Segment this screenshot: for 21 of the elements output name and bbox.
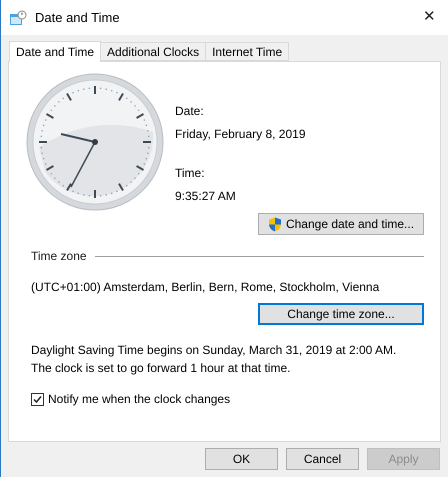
window-title: Date and Time xyxy=(35,8,120,27)
time-zone-heading: Time zone xyxy=(31,248,87,265)
change-date-and-time-button[interactable]: Change date and time... xyxy=(258,213,424,235)
tab[interactable]: Date and Time xyxy=(9,41,102,62)
close-button[interactable]: ✕ xyxy=(423,6,436,29)
time-label: Time: xyxy=(175,165,206,182)
tab[interactable]: Additional Clocks xyxy=(101,42,206,61)
daylight-saving-note: Daylight Saving Time begins on Sunday, March 31, 2019 at 2:00 AM. The clock is set to go forward 1 hour at that time. xyxy=(31,342,398,377)
calendar-clock-icon xyxy=(9,10,27,26)
dialog-button[interactable]: OK xyxy=(205,448,278,470)
notify-checkbox[interactable] xyxy=(31,392,44,406)
analog-clock-icon xyxy=(25,72,165,212)
dialog-button[interactable]: Cancel xyxy=(286,448,359,470)
tab[interactable]: Internet Time xyxy=(206,42,290,61)
date-value: Friday, February 8, 2019 xyxy=(175,126,307,143)
time-value: 9:35:27 AM xyxy=(175,188,237,205)
time-zone-value: (UTC+01:00) Amsterdam, Berlin, Bern, Rome, Stockholm, Vienna xyxy=(31,279,380,296)
change-time-zone-button[interactable]: Change time zone... xyxy=(258,303,424,325)
shield-icon xyxy=(268,216,282,232)
notify-label: Notify me when the clock changes xyxy=(48,391,230,408)
date-label: Date: xyxy=(175,103,205,120)
